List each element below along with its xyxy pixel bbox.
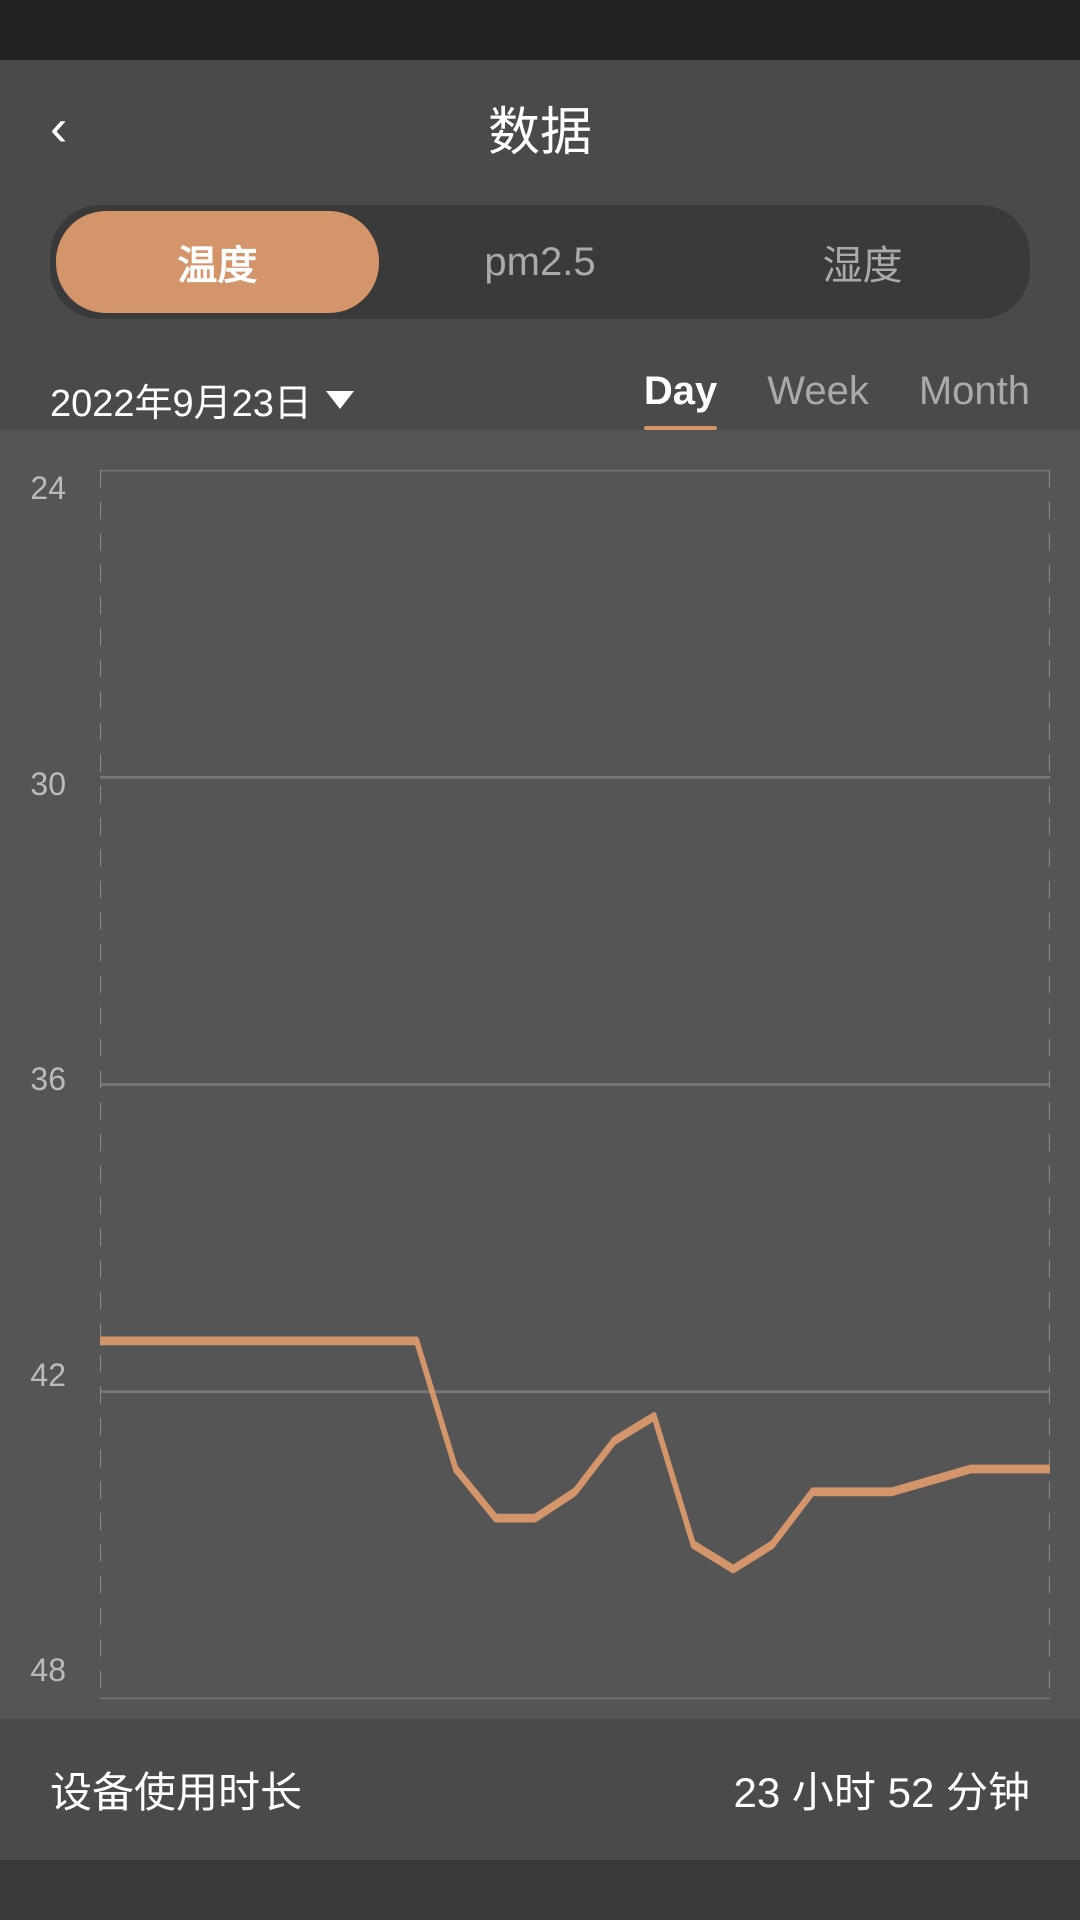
chevron-down-icon xyxy=(326,391,354,409)
metric-tab-pm25[interactable]: pm2.5 xyxy=(379,218,702,307)
chart-inner: 48 42 36 30 24 xyxy=(0,430,1080,1719)
period-tab-day[interactable]: Day xyxy=(644,369,717,430)
chart-svg xyxy=(100,470,1050,1699)
bottom-bar xyxy=(0,1860,1080,1920)
y-axis: 48 42 36 30 24 xyxy=(0,430,80,1719)
period-tab-month[interactable]: Month xyxy=(919,369,1030,430)
header: ‹ 数据 xyxy=(0,60,1080,185)
period-tabs: Day Week Month xyxy=(644,369,1030,430)
chart-area: 48 42 36 30 24 xyxy=(0,430,1080,1719)
metric-tabs: 温度 pm2.5 湿度 xyxy=(50,205,1030,319)
y-label-48: 48 xyxy=(10,1652,80,1689)
metric-tabs-container: 温度 pm2.5 湿度 xyxy=(0,185,1080,349)
temperature-line xyxy=(100,1341,1050,1569)
period-tab-week[interactable]: Week xyxy=(767,369,869,430)
y-label-30: 30 xyxy=(10,766,80,803)
time-nav: 2022年9月23日 Day Week Month xyxy=(0,349,1080,430)
back-button[interactable]: ‹ xyxy=(50,102,67,154)
date-label: 2022年9月23日 xyxy=(50,372,312,427)
y-label-24: 24 xyxy=(10,470,80,507)
chart-plot xyxy=(100,470,1050,1699)
footer-label: 设备使用时长 xyxy=(50,1759,302,1820)
y-label-42: 42 xyxy=(10,1357,80,1394)
status-bar xyxy=(0,0,1080,60)
page-title: 数据 xyxy=(50,90,1030,165)
metric-tab-humidity[interactable]: 湿度 xyxy=(701,211,1024,313)
date-selector[interactable]: 2022年9月23日 xyxy=(50,372,354,427)
y-label-36: 36 xyxy=(10,1061,80,1098)
metric-tab-temperature[interactable]: 温度 xyxy=(56,211,379,313)
footer: 设备使用时长 23 小时 52 分钟 xyxy=(0,1719,1080,1860)
footer-value: 23 小时 52 分钟 xyxy=(734,1759,1030,1820)
